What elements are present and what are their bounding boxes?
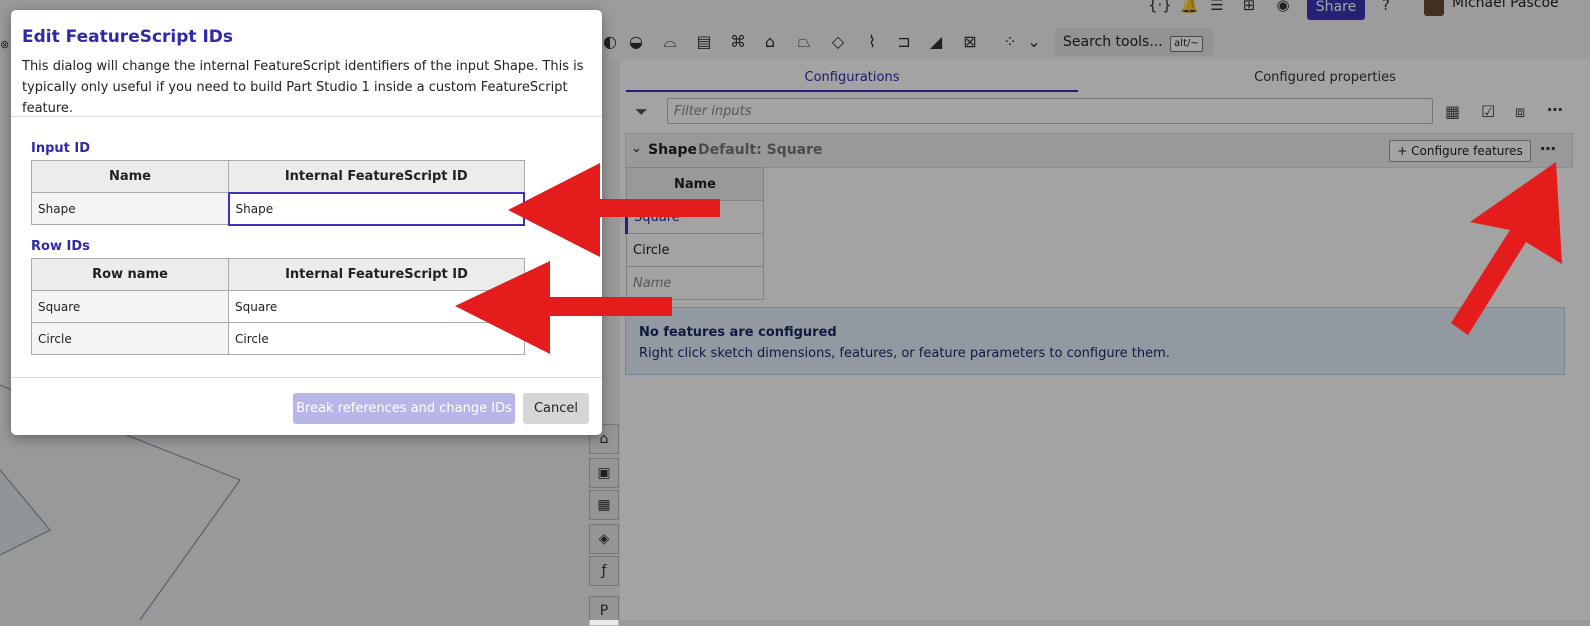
dialog-title: Edit FeatureScript IDs [22,27,234,47]
internal-id-column-header: Internal FeatureScript ID [228,160,525,193]
dialog-description: This dialog will change the internal Fea… [22,59,584,116]
divider [11,116,602,117]
row-internal-id-field[interactable]: Circle [228,322,525,355]
row-ids-label: Row IDs [31,239,90,254]
edit-featurescript-ids-dialog: Edit FeatureScript IDs This dialog will … [11,10,602,435]
input-name-cell: Shape [31,192,229,225]
input-id-table: Name Internal FeatureScript ID Shape Sha… [31,160,525,226]
row-internal-id-field[interactable]: Square [228,290,525,323]
row-name-cell: Circle [31,322,229,355]
input-id-label: Input ID [31,141,91,156]
break-references-button[interactable]: Break references and change IDs [293,393,515,424]
cancel-button[interactable]: Cancel [523,393,589,424]
row-name-cell: Square [31,290,229,323]
row-ids-table: Row name Internal FeatureScript ID Squar… [31,258,525,355]
row-name-column-header: Row name [31,258,229,291]
name-column-header: Name [31,160,229,193]
divider [11,377,602,378]
internal-id-column-header: Internal FeatureScript ID [228,258,525,291]
close-icon[interactable]: ⊗ [0,38,10,51]
input-internal-id-field[interactable]: Shape [227,191,525,226]
